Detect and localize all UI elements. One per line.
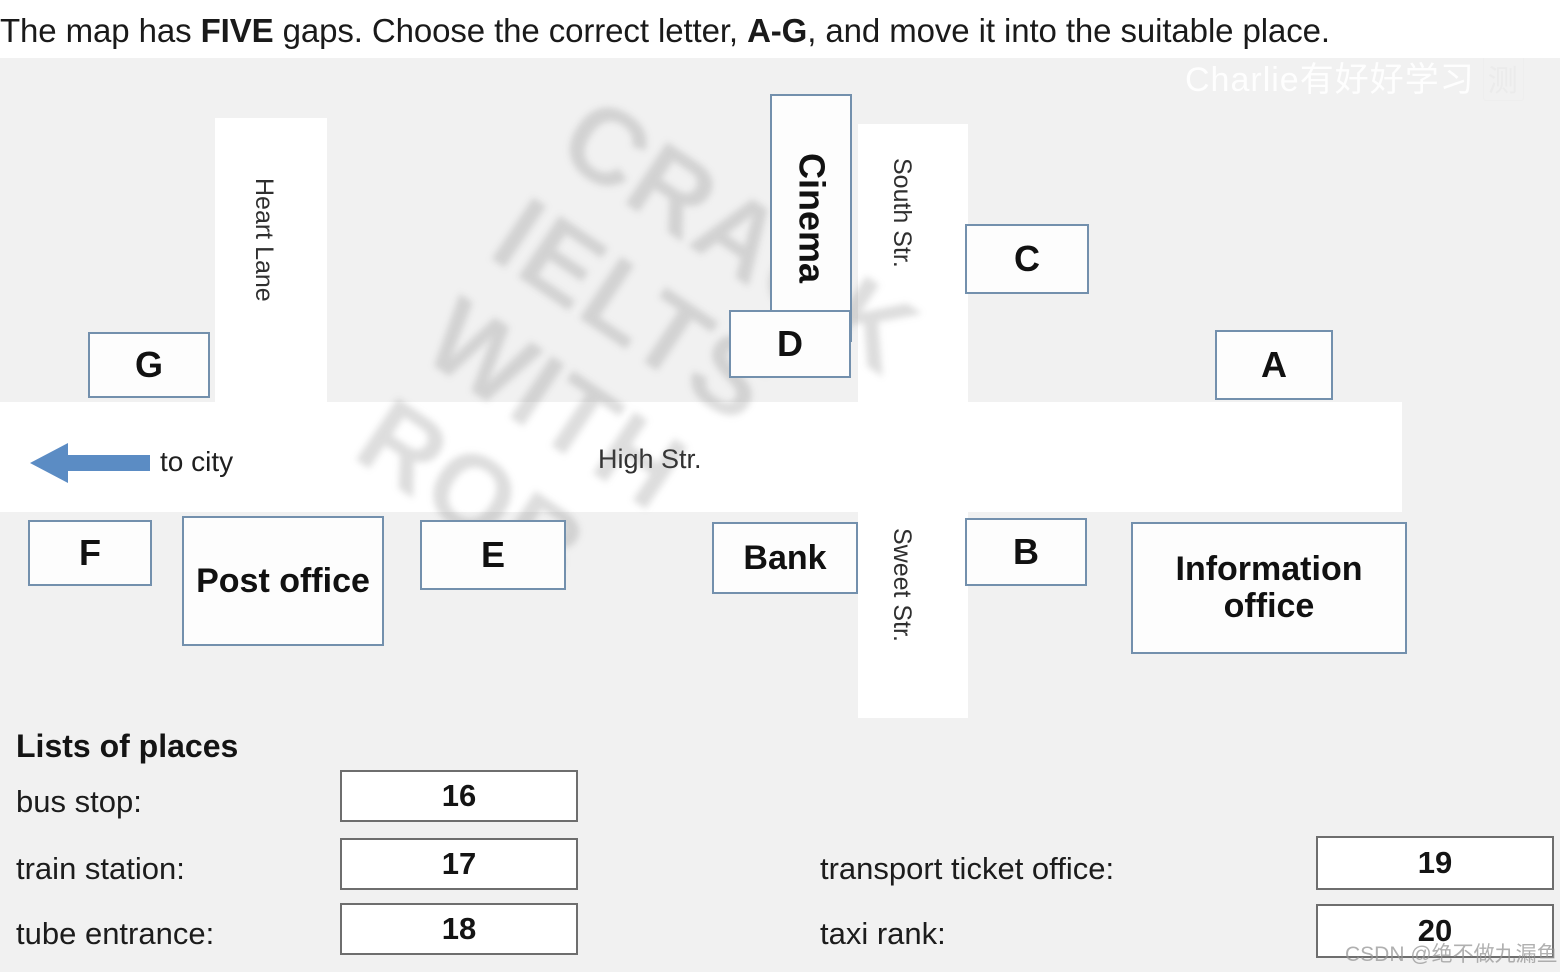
watermark-charlie-text: Charlie有好好学习 (1185, 61, 1475, 99)
answer-box-16[interactable]: 16 (340, 770, 578, 822)
map-option-box-e[interactable]: E (420, 520, 566, 590)
lists-title: Lists of places (16, 728, 239, 764)
list-label-bus-stop: bus stop: (16, 784, 142, 819)
answer-box-20[interactable]: 20 (1316, 904, 1554, 958)
watermark-charlie: Charlie有好好学习测 (1185, 58, 1524, 101)
instruction-part-3: , and move it into the suitable place. (807, 12, 1330, 49)
exercise-page: The map has FIVE gaps. Choose the correc… (0, 0, 1560, 972)
answer-box-18[interactable]: 18 (340, 903, 578, 955)
map-box-post-office[interactable]: Post office (182, 516, 384, 646)
instruction-part-1: The map has (0, 12, 201, 49)
map-box-cinema[interactable]: Cinema (770, 94, 852, 342)
lists-of-places-section: Lists of places bus stop: 16 train stati… (0, 718, 1560, 972)
map-option-box-g[interactable]: G (88, 332, 210, 398)
street-label-sweet-str: Sweet Str. (888, 528, 916, 642)
street-label-south-str: South Str. (888, 158, 916, 268)
instruction-bold-range: A-G (747, 12, 808, 49)
watermark-charlie-seal: 测 (1482, 58, 1524, 101)
map-option-box-d[interactable]: D (729, 310, 851, 378)
direction-arrow-icon (30, 440, 150, 486)
list-label-transport-ticket-office: transport ticket office: (820, 851, 1115, 886)
map-option-box-a[interactable]: A (1215, 330, 1333, 400)
list-label-taxi-rank: taxi rank: (820, 916, 946, 951)
instruction-part-2: gaps. Choose the correct letter, (273, 12, 748, 49)
map-option-box-f[interactable]: F (28, 520, 152, 586)
street-label-heart-lane: Heart Lane (250, 178, 278, 302)
street-label-high-str: High Str. (598, 444, 702, 474)
map-box-information-office[interactable]: Information office (1131, 522, 1407, 654)
map-option-box-b[interactable]: B (965, 518, 1087, 586)
answer-box-17[interactable]: 17 (340, 838, 578, 890)
instruction-text: The map has FIVE gaps. Choose the correc… (0, 4, 1560, 58)
map-box-bank[interactable]: Bank (712, 522, 858, 594)
map-area: Heart Lane South Str. Sweet Str. High St… (0, 58, 1560, 718)
answer-box-19[interactable]: 19 (1316, 836, 1554, 890)
map-option-box-c[interactable]: C (965, 224, 1089, 294)
to-city-label: to city (160, 446, 234, 477)
instruction-bold-five: FIVE (200, 12, 274, 49)
list-label-train-station: train station: (16, 851, 185, 886)
list-label-tube-entrance: tube entrance: (16, 916, 215, 951)
